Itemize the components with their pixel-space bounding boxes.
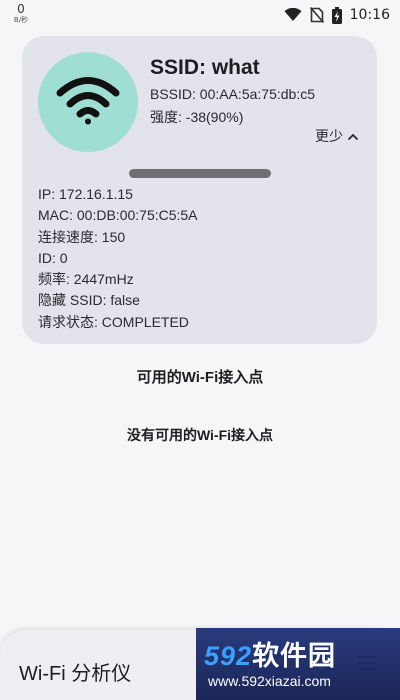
show-less-label: 更少 — [315, 128, 343, 144]
no-access-points-message: 没有可用的Wi-Fi接入点 — [126, 427, 274, 443]
card-drag-handle[interactable] — [129, 169, 271, 178]
wifi-connection-card: SSID: what BSSID: 00:AA:5a:75:db:c5 强度: … — [22, 36, 377, 344]
link-speed-row: 连接速度: 150 — [38, 228, 126, 245]
network-speed-unit: B/秒 — [13, 16, 29, 24]
battery-charging-icon — [331, 6, 342, 24]
signal-strength-label: 强度: -38(90%) — [150, 109, 244, 125]
ip-address-row: IP: 172.16.1.15 — [38, 186, 133, 202]
chevron-up-icon — [347, 128, 359, 144]
app-title: Wi-Fi 分析仪 — [19, 663, 132, 685]
wifi-icon — [56, 74, 120, 131]
site-watermark: 592软件园 www.592xiazai.com — [196, 628, 400, 700]
mac-address-row: MAC: 00:DB:00:75:C5:5A — [38, 207, 198, 224]
network-speed-indicator: 0 B/秒 — [10, 3, 32, 24]
show-less-button[interactable]: 更少 — [315, 126, 359, 146]
ssid-label: SSID: what — [150, 56, 260, 79]
network-speed-value: 0 — [17, 2, 25, 16]
wifi-icon-badge — [38, 52, 138, 152]
connection-details: IP: 172.16.1.15 MAC: 00:DB:00:75:C5:5A 连… — [38, 184, 198, 333]
no-sim-icon — [309, 7, 324, 23]
status-icons: 10:16 — [284, 5, 390, 25]
bssid-label: BSSID: 00:AA:5a:75:db:c5 — [150, 86, 315, 102]
watermark-logo: 592软件园 — [204, 634, 336, 673]
clock: 10:16 — [349, 7, 390, 23]
frequency-row: 频率: 2447mHz — [38, 271, 134, 288]
wifi-signal-icon — [284, 8, 302, 22]
watermark-logo-number: 592 — [204, 641, 253, 671]
hidden-ssid-row: 隐藏 SSID: false — [38, 292, 140, 309]
watermark-url: www.592xiazai.com — [208, 673, 331, 689]
supplicant-state-row: 请求状态: COMPLETED — [38, 313, 189, 330]
status-bar: 0 B/秒 10:16 — [0, 0, 400, 30]
watermark-logo-text: 软件园 — [252, 641, 337, 671]
network-id-row: ID: 0 — [38, 249, 68, 266]
access-points-heading: 可用的Wi-Fi接入点 — [136, 369, 264, 386]
